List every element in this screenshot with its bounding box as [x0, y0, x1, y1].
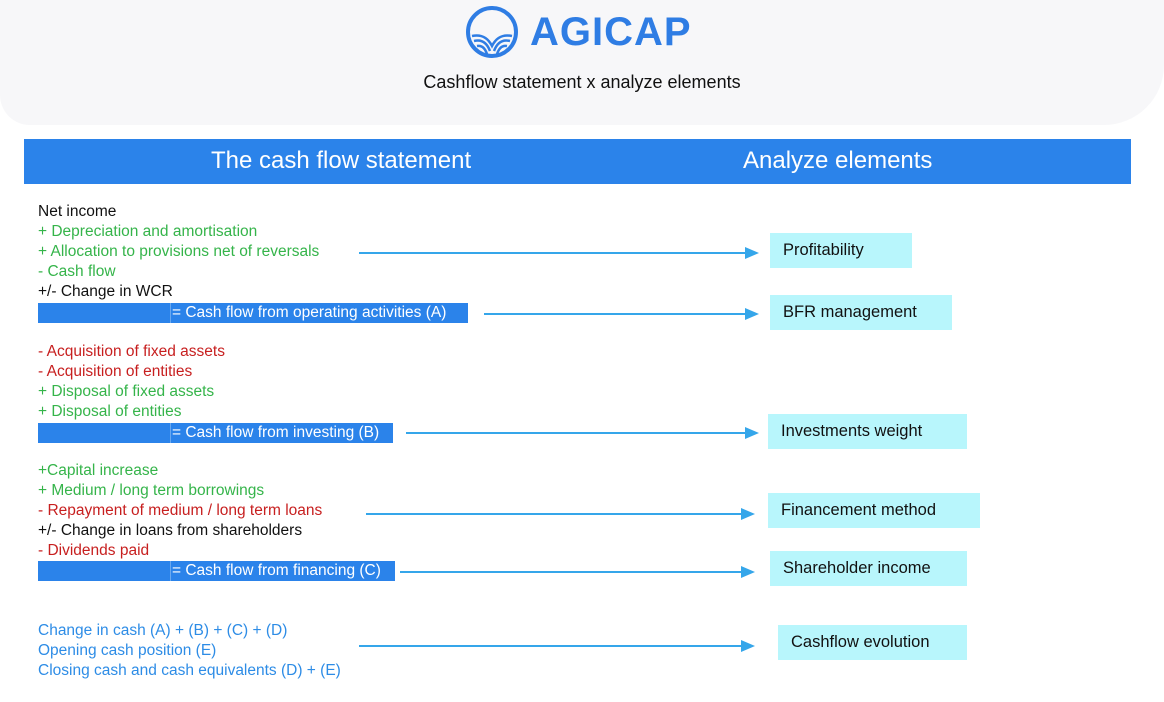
financing-total-bar: = Cash flow from financing (C) [38, 561, 395, 581]
banner-right-title: Analyze elements [743, 147, 933, 174]
agicap-logo-icon [466, 6, 518, 58]
statement-line: + Disposal of entities [38, 403, 182, 420]
arrow-shaft [484, 313, 747, 315]
arrow-shaft [359, 252, 747, 254]
arrow-shaft [400, 571, 743, 573]
investing-total-bar: = Cash flow from investing (B) [38, 423, 393, 443]
analyze-box-investments-weight: Investments weight [768, 414, 967, 449]
summary-line: Change in cash (A) + (B) + (C) + (D) [38, 622, 288, 639]
investing-total-label: = Cash flow from investing (B) [172, 424, 380, 441]
arrow-shaft [359, 645, 743, 647]
brand-name: AGICAP [530, 9, 692, 54]
statement-line: + Disposal of fixed assets [38, 383, 215, 400]
arrow-investments [406, 427, 759, 439]
arrow-shaft [366, 513, 743, 515]
analyze-box-financement-method: Financement method [768, 493, 980, 528]
arrow-cashflow-evolution [359, 640, 755, 652]
arrow-head-icon [741, 508, 755, 520]
arrow-head-icon [745, 308, 759, 320]
analyze-box-cashflow-evolution: Cashflow evolution [778, 625, 967, 660]
statement-line: - Dividends paid [38, 542, 150, 559]
arrow-profitability [359, 247, 759, 259]
operating-total-label: = Cash flow from operating activities (A… [172, 304, 447, 321]
arrow-shaft [406, 432, 747, 434]
analyze-box-shareholder-income: Shareholder income [770, 551, 967, 586]
arrow-head-icon [745, 247, 759, 259]
statement-line: + Medium / long term borrowings [38, 482, 265, 499]
total-separator [170, 303, 171, 323]
total-separator [170, 423, 171, 443]
arrow-bfr [484, 308, 759, 320]
financing-total-label: = Cash flow from financing (C) [172, 562, 381, 579]
summary-line: Closing cash and cash equivalents (D) + … [38, 662, 341, 679]
statement-line: Net income [38, 203, 117, 220]
total-separator [170, 561, 171, 581]
statement-line: +/- Change in loans from shareholders [38, 522, 303, 539]
statement-line: - Acquisition of entities [38, 363, 193, 380]
statement-line: - Repayment of medium / long term loans [38, 502, 323, 519]
arrow-financement [366, 508, 755, 520]
section-banner: The cash flow statement Analyze elements [24, 139, 1131, 184]
analyze-box-profitability: Profitability [770, 233, 912, 268]
summary-line: Opening cash position (E) [38, 642, 217, 659]
statement-line: - Cash flow [38, 263, 116, 280]
banner-left-title: The cash flow statement [211, 147, 472, 174]
arrow-head-icon [741, 566, 755, 578]
statement-line: +Capital increase [38, 462, 159, 479]
brand-logo: AGICAP [464, 4, 692, 60]
arrow-head-icon [745, 427, 759, 439]
analyze-box-bfr-management: BFR management [770, 295, 952, 330]
page-subtitle: Cashflow statement x analyze elements [423, 72, 741, 92]
statement-line: +/- Change in WCR [38, 283, 173, 300]
statement-line: - Acquisition of fixed assets [38, 343, 225, 360]
arrow-shareholder [400, 566, 755, 578]
statement-line: + Depreciation and amortisation [38, 223, 258, 240]
arrow-head-icon [741, 640, 755, 652]
operating-total-bar: = Cash flow from operating activities (A… [38, 303, 468, 323]
statement-line: + Allocation to provisions net of revers… [38, 243, 320, 260]
